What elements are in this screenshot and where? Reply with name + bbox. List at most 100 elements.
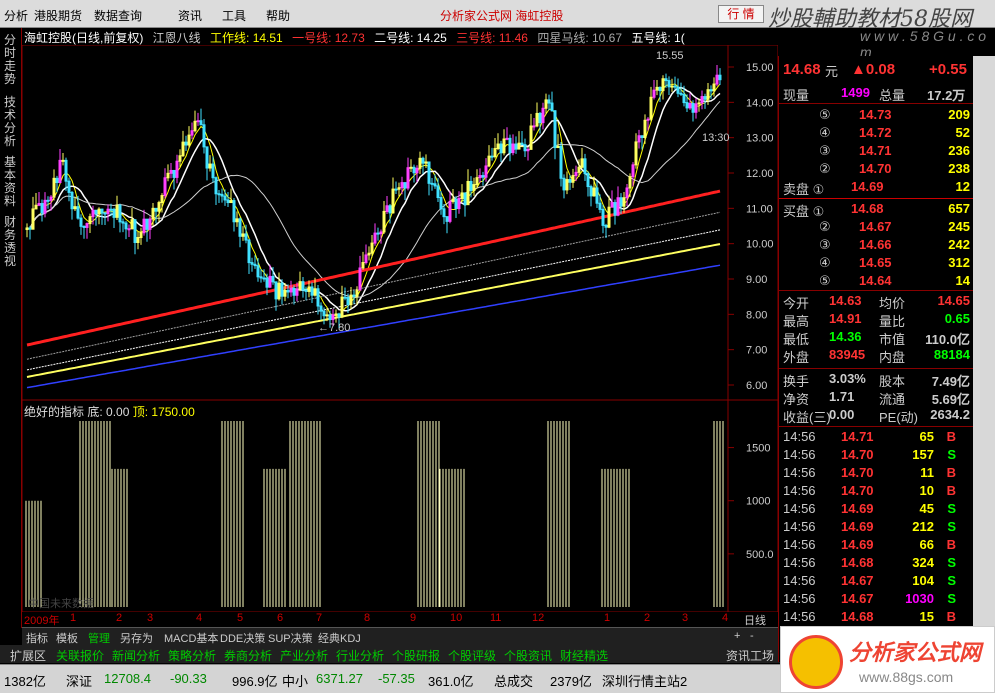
candle-body (253, 263, 257, 267)
tab-sup[interactable]: SUP决策 (268, 630, 313, 646)
total-volume: 2379亿 (550, 674, 592, 689)
tab-fundamentals[interactable]: 基本资料 (4, 156, 18, 208)
tick-row: 14:56 14.70 11 B (779, 464, 974, 482)
candle-body (586, 173, 590, 188)
tick-row: 14:56 14.69 212 S (779, 518, 974, 536)
func-related-quotes[interactable]: 关联报价 (56, 647, 104, 664)
ask-row: 卖盘 ① 14.69 12 (779, 178, 974, 197)
tab-macd[interactable]: MACD基本 (164, 630, 218, 646)
tick-time: 14:56 (783, 573, 816, 588)
tick-row: 14:56 14.67 104 S (779, 572, 974, 590)
zoom-in-button[interactable]: + (734, 630, 740, 642)
tab-kdj[interactable]: 经典KDJ (318, 630, 361, 646)
candle-body (247, 239, 251, 264)
func-stock-news[interactable]: 个股资讯 (504, 647, 552, 664)
status-bar: 1382亿 深证 12708.4 -90.33 996.9亿 中小 6371.2… (0, 664, 780, 693)
candle-body (112, 208, 116, 218)
tab-template[interactable]: 模板 (56, 630, 78, 646)
bid-volume: 657 (948, 201, 970, 216)
indicator-name[interactable]: 江恩八线 (153, 31, 201, 45)
tick-side: B (946, 429, 956, 444)
tab-dde[interactable]: DDE决策 (220, 630, 265, 646)
stat-value: 0.65 (944, 311, 970, 326)
candle-body (421, 157, 425, 164)
func-industry-chain[interactable]: 产业分析 (280, 647, 328, 664)
quote-button[interactable]: 行 情 (718, 5, 764, 23)
candle-body (28, 227, 32, 230)
stat-value: 88184 (933, 347, 970, 362)
candle-body (280, 282, 284, 297)
timeline-month: 4 (196, 612, 203, 624)
tick-time: 14:56 (783, 555, 816, 570)
candle-body (322, 310, 326, 317)
func-reports[interactable]: 个股研报 (392, 647, 440, 664)
stat-row: 净资 1.71 流通 5.69亿 (779, 388, 974, 407)
candle-body (46, 199, 50, 202)
stat-label: PE(动) (879, 410, 919, 425)
low-price-label: ←7.80 (318, 322, 350, 334)
tab-manage[interactable]: 管理 (88, 630, 110, 646)
right-scrollbar[interactable] (973, 56, 995, 662)
tab-financials[interactable]: 财务透视 (4, 216, 18, 268)
server-name[interactable]: 深圳行情主站2 (602, 671, 687, 690)
tick-row: 14:56 14.69 66 B (779, 536, 974, 554)
sz-change: -90.33 (170, 671, 207, 686)
candle-body (547, 99, 551, 104)
price-tick-label: 7.00 (746, 345, 767, 357)
tick-volume: 65 (919, 429, 934, 444)
func-news[interactable]: 新闻分析 (112, 647, 160, 664)
tick-price: 14.68 (841, 555, 874, 570)
bid-volume: 312 (948, 255, 970, 270)
stat-row: 外盘 83945 内盘 88184 (779, 346, 974, 365)
candle-body (439, 197, 443, 210)
tick-row: 14:56 14.68 15 B (779, 608, 974, 626)
tab-save-as[interactable]: 另存为 (120, 630, 153, 646)
menu-item-hk-futures[interactable]: 港股期货 (34, 7, 82, 24)
func-ratings[interactable]: 个股评级 (448, 647, 496, 664)
menu-item-analysis[interactable]: 分析 (4, 7, 28, 24)
stat-value: 14.91 (829, 311, 862, 326)
menu-item-news[interactable]: 资讯 (178, 7, 202, 24)
func-news-workshop[interactable]: 资讯工场 (726, 647, 774, 664)
candle-body (604, 224, 608, 228)
func-extend[interactable]: 扩展区 (10, 647, 46, 664)
func-broker[interactable]: 券商分析 (224, 647, 272, 664)
zoom-out-button[interactable]: - (750, 630, 754, 642)
candle-body (223, 195, 227, 201)
candle-body (250, 262, 254, 265)
func-strategy[interactable]: 策略分析 (168, 647, 216, 664)
candle-body (667, 80, 671, 88)
kline-chart[interactable]: 15.00 14.00 13.00 12.00 11.00 10.00 9.00 8.00 7.… (22, 45, 778, 612)
candle-body (346, 296, 350, 306)
tick-time: 14:56 (783, 465, 816, 480)
sub-indicator-name[interactable]: 绝好的指标 (24, 405, 84, 419)
sub-bottom-label: 底: 0.00 (87, 405, 130, 419)
price-axis: 15.00 14.00 13.00 12.00 11.00 10.00 9.00 8.00 7.… (728, 62, 774, 392)
tab-intraday[interactable]: 分时走势 (4, 34, 18, 86)
indicator-tab-row: 指标 模板 管理 另存为 MACD基本 DDE决策 SUP决策 经典KDJ + … (22, 627, 778, 645)
bid-volume: 245 (948, 219, 970, 234)
menu-bar: 分析 港股期货 数据查询 资讯 工具 帮助 分析家公式网 海虹控股 行 情 炒股… (0, 0, 995, 32)
candle-body (430, 182, 434, 185)
candle-body (172, 169, 176, 178)
timeline-month: 11 (490, 612, 502, 624)
tab-indicator[interactable]: 指标 (26, 630, 48, 646)
func-sector[interactable]: 行业分析 (336, 647, 384, 664)
func-finance[interactable]: 财经精选 (560, 647, 608, 664)
menu-item-tools[interactable]: 工具 (222, 7, 246, 24)
candle-body (703, 96, 707, 100)
stat-value: 83945 (829, 347, 866, 362)
ask-price: 14.69 (851, 179, 884, 194)
sub-tick-label: 1000 (746, 496, 770, 508)
stat-row: 最低 14.36 市值 110.0亿 (779, 328, 974, 347)
candle-body (118, 204, 122, 223)
menu-item-data-query[interactable]: 数据查询 (94, 7, 142, 24)
stock-name: 海虹控股(日线,前复权) (24, 31, 144, 45)
tab-technical[interactable]: 技术分析 (4, 96, 18, 148)
tick-time: 14:56 (783, 537, 816, 552)
sz-volume: 996.9亿 (232, 674, 278, 689)
time-label: 13:30 (702, 132, 730, 144)
timeline-mode[interactable]: 日线 (744, 612, 766, 628)
candle-body (412, 166, 416, 174)
menu-item-help[interactable]: 帮助 (266, 7, 290, 24)
